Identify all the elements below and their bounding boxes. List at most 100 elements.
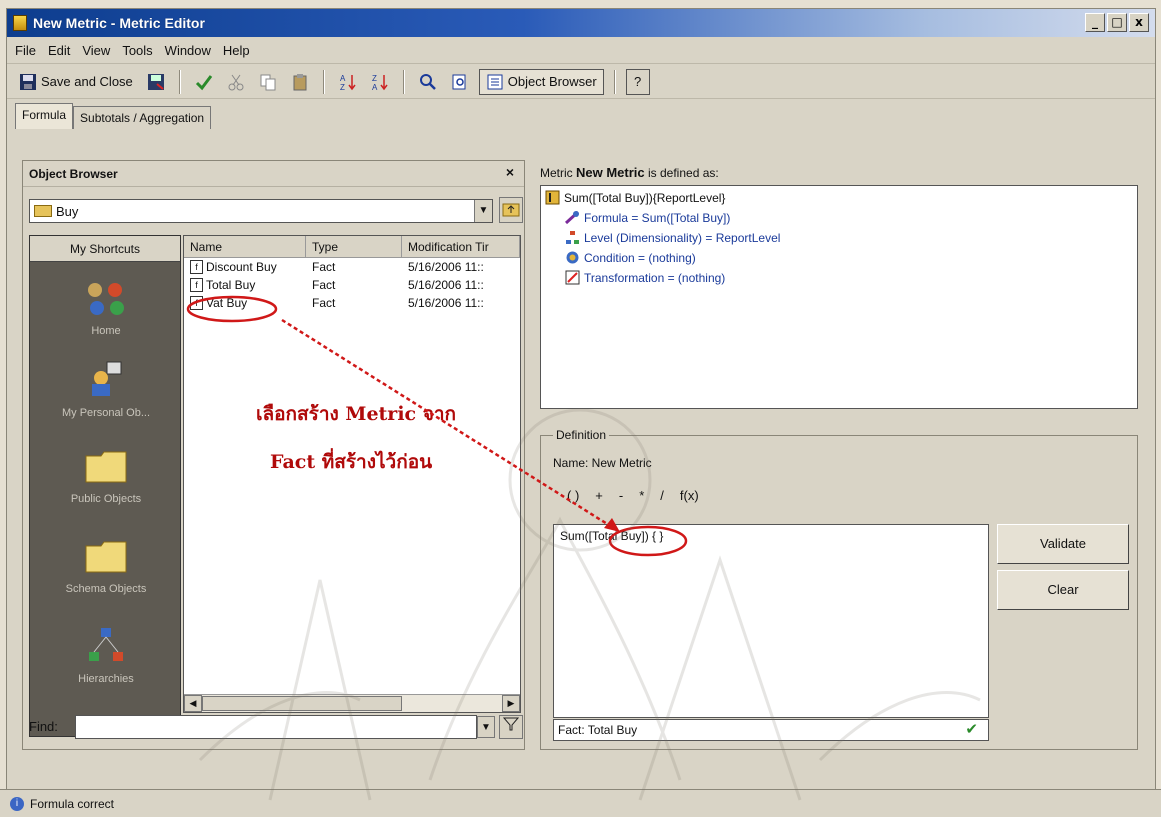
find-label: Find: — [29, 719, 58, 734]
personal-objects-icon — [92, 361, 122, 396]
annotation-line-1: เลือกสร้าง Metric จาก — [256, 403, 457, 425]
multiply-button[interactable]: * — [639, 488, 644, 503]
save-and-close-button[interactable]: Save and Close — [15, 69, 137, 95]
menu-edit[interactable]: Edit — [48, 43, 70, 58]
window-title: New Metric - Metric Editor — [33, 15, 205, 31]
table-row[interactable]: f Total Buy Fact 5/16/2006 11:: — [184, 276, 520, 294]
menu-view[interactable]: View — [82, 43, 110, 58]
metric-icon — [545, 190, 560, 205]
help-button[interactable]: ? — [625, 68, 650, 95]
cut-button[interactable] — [223, 69, 249, 95]
shortcut-home[interactable]: Home — [30, 278, 182, 337]
annotation-line-2: Fact ที่สร้างไว้ก่อน — [270, 451, 433, 473]
tree-level[interactable]: Level (Dimensionality) = ReportLevel — [565, 230, 780, 245]
object-modified: 5/16/2006 11:: — [408, 296, 484, 310]
close-panel-icon[interactable]: × — [506, 164, 514, 180]
table-row[interactable]: f Discount Buy Fact 5/16/2006 11:: — [184, 258, 520, 276]
definition-legend: Definition — [553, 428, 610, 442]
paste-button[interactable] — [287, 69, 313, 95]
chevron-down-icon[interactable]: ▼ — [474, 200, 492, 222]
tree-condition[interactable]: Condition = (nothing) — [565, 250, 696, 265]
toolbar: Save and Close AZ ZA Object Browser ? — [7, 65, 1155, 99]
save-icon — [147, 73, 164, 90]
thai-annotation: เลือกสร้าง Metric จาก Fact ที่สร้างไว้ก่… — [256, 390, 456, 486]
tab-formula[interactable]: Formula — [15, 103, 74, 129]
scissors-icon — [228, 74, 244, 90]
tree-root[interactable]: Sum([Total Buy]){ReportLevel} — [545, 190, 725, 205]
function-button[interactable]: f(x) — [680, 488, 699, 503]
divide-button[interactable]: / — [660, 488, 664, 503]
fact-icon: f — [190, 260, 203, 275]
column-type[interactable]: Type — [306, 236, 402, 257]
shortcut-public-objects[interactable]: Public Objects — [30, 446, 182, 505]
folder-select[interactable]: Buy ▼ — [29, 199, 493, 223]
validate-button[interactable]: Validate — [997, 524, 1129, 564]
scrollbar-thumb[interactable] — [202, 696, 402, 711]
horizontal-scrollbar[interactable]: ◀ ▶ — [184, 694, 520, 712]
tab-subtotals-aggregation[interactable]: Subtotals / Aggregation — [73, 106, 212, 129]
toolbar-separator — [322, 69, 325, 94]
sort-descending-icon: ZA — [372, 74, 388, 91]
find-button[interactable] — [415, 69, 441, 95]
minus-button[interactable]: - — [619, 488, 623, 503]
metric-prefix: Metric — [540, 166, 573, 180]
sort-asc-button[interactable]: AZ — [335, 69, 361, 95]
metric-definition-tree: Sum([Total Buy]){ReportLevel} Formula = … — [540, 185, 1138, 409]
close-button[interactable]: x — [1129, 13, 1149, 32]
level-icon — [566, 231, 579, 244]
object-name: Total Buy — [206, 277, 256, 292]
object-browser-icon — [487, 74, 503, 89]
checkmark-icon — [195, 74, 212, 90]
scroll-left-icon[interactable]: ◀ — [184, 695, 202, 712]
object-browser-title: Object Browser — [29, 166, 118, 181]
shortcut-my-personal-objects[interactable]: My Personal Ob... — [30, 360, 182, 419]
up-one-level-button[interactable] — [499, 197, 523, 223]
column-name[interactable]: Name — [184, 236, 306, 257]
menu-help[interactable]: Help — [223, 43, 250, 58]
menu-tools[interactable]: Tools — [122, 43, 152, 58]
save-button[interactable] — [143, 69, 169, 95]
menu-window[interactable]: Window — [165, 43, 211, 58]
svg-text:Z: Z — [340, 83, 345, 91]
save-and-close-label: Save and Close — [41, 74, 133, 89]
definition-name: Name: New Metric — [553, 456, 652, 470]
hierarchy-icon — [89, 628, 123, 661]
shortcut-schema-objects[interactable]: Schema Objects — [30, 536, 182, 595]
formula-icon — [565, 210, 580, 225]
tree-root-label: Sum([Total Buy]){ReportLevel} — [564, 190, 726, 205]
clear-button[interactable]: Clear — [997, 570, 1129, 610]
folder-up-icon — [502, 203, 520, 217]
title-bar: New Metric - Metric Editor _ □ x — [7, 9, 1155, 37]
copy-icon — [260, 74, 276, 90]
home-icon — [88, 283, 124, 315]
chevron-down-icon[interactable]: ▼ — [477, 716, 495, 738]
menu-file[interactable]: File — [15, 43, 36, 58]
magnifier-icon — [419, 73, 436, 90]
plus-button[interactable]: + — [595, 488, 603, 503]
folder-icon — [85, 451, 127, 483]
copy-button[interactable] — [255, 69, 281, 95]
formula-editor[interactable]: Sum([Total Buy]) { } — [553, 524, 989, 718]
checkmark-icon: ✔ — [965, 721, 978, 738]
formula-status-line: Fact: Total Buy ✔ — [553, 719, 989, 741]
object-browser-button[interactable]: Object Browser — [478, 68, 604, 95]
tree-transformation[interactable]: Transformation = (nothing) — [565, 270, 725, 285]
object-list-header: Name Type Modification Tir — [184, 236, 520, 258]
object-type: Fact — [312, 296, 336, 310]
table-row[interactable]: f Vat Buy Fact 5/16/2006 11:: — [184, 294, 520, 312]
column-modification-time[interactable]: Modification Tir — [402, 236, 520, 257]
scroll-right-icon[interactable]: ▶ — [502, 695, 520, 712]
find-input[interactable] — [75, 715, 477, 739]
filter-icon — [502, 717, 520, 731]
filter-button[interactable] — [499, 715, 523, 739]
tree-formula[interactable]: Formula = Sum([Total Buy]) — [565, 210, 730, 225]
parentheses-button[interactable]: ( ) — [567, 488, 579, 503]
preview-button[interactable] — [447, 69, 473, 95]
toolbar-separator — [402, 69, 405, 94]
sort-desc-button[interactable]: ZA — [367, 69, 393, 95]
minimize-button[interactable]: _ — [1085, 13, 1105, 32]
validate-toolbar-button[interactable] — [191, 69, 217, 95]
shortcut-hierarchies[interactable]: Hierarchies — [30, 626, 182, 685]
maximize-button[interactable]: □ — [1107, 13, 1127, 32]
metric-definition-title: Metric New Metric is defined as: — [540, 165, 719, 180]
